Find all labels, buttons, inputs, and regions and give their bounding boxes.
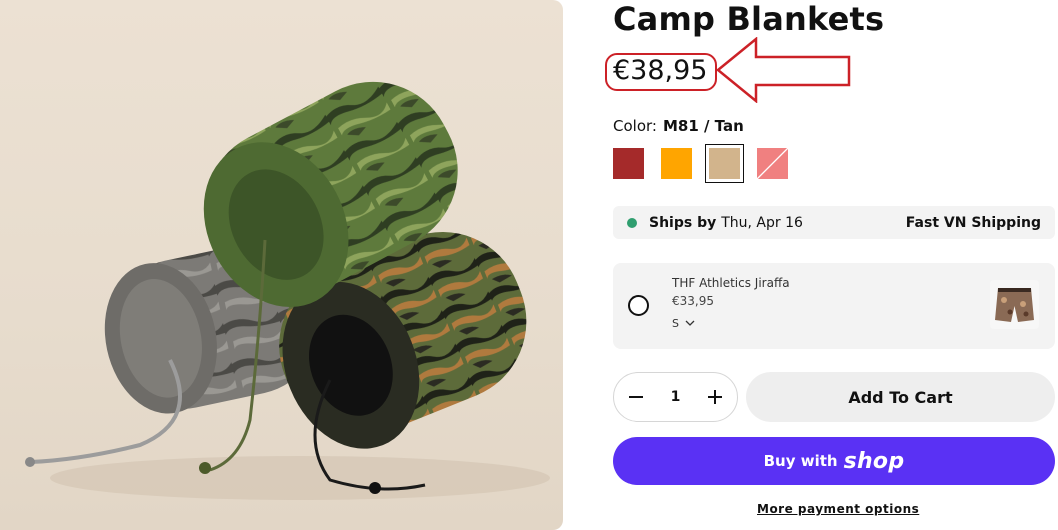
ships-by-label: Ships by: [649, 214, 717, 231]
status-dot-icon: [627, 217, 637, 228]
color-label: Color:: [613, 117, 657, 135]
decrease-quantity-button[interactable]: [628, 389, 644, 405]
add-to-cart-button[interactable]: Add To Cart: [746, 372, 1055, 422]
shipping-estimate: Ships by Thu, Apr 16 Fast VN Shipping: [613, 206, 1055, 239]
ship-date: Thu, Apr 16: [721, 214, 803, 231]
price-highlight-outline: [605, 53, 717, 91]
addon-size-select[interactable]: S: [672, 317, 695, 330]
quantity-value[interactable]: 1: [671, 389, 681, 405]
quantity-stepper: 1: [613, 372, 738, 422]
swatch-red[interactable]: [613, 148, 644, 179]
addon-size-value: S: [672, 317, 679, 330]
increase-quantity-button[interactable]: [707, 389, 723, 405]
camp-blanket-rolls-image: [25, 81, 550, 500]
color-value: M81 / Tan: [662, 117, 744, 135]
addon-radio[interactable]: [628, 295, 649, 316]
shorts-image-icon: [995, 288, 1034, 322]
shipping-method: Fast VN Shipping: [905, 214, 1041, 231]
product-image: [0, 0, 563, 530]
swatch-tan[interactable]: [705, 144, 744, 183]
minus-icon: [629, 396, 643, 398]
addon-thumbnail: [990, 280, 1039, 329]
addon-product-card[interactable]: THF Athletics Jiraffa €33,95 S: [613, 263, 1055, 349]
product-title: Camp Blankets: [613, 0, 885, 38]
swatch-orange[interactable]: [661, 148, 692, 179]
left-arrow-annotation-icon: [716, 37, 851, 103]
buy-with-shop-button[interactable]: Buy with shop: [613, 437, 1055, 485]
chevron-down-icon: [685, 320, 695, 326]
swatch-pink[interactable]: [757, 148, 788, 179]
buy-with-label: Buy with: [763, 452, 838, 470]
more-payment-options-link[interactable]: More payment options: [757, 502, 919, 516]
addon-name: THF Athletics Jiraffa: [672, 276, 790, 290]
addon-price: €33,95: [672, 294, 714, 308]
color-selector-label: Color: M81 / Tan: [613, 117, 744, 135]
shop-logo: shop: [843, 448, 905, 474]
